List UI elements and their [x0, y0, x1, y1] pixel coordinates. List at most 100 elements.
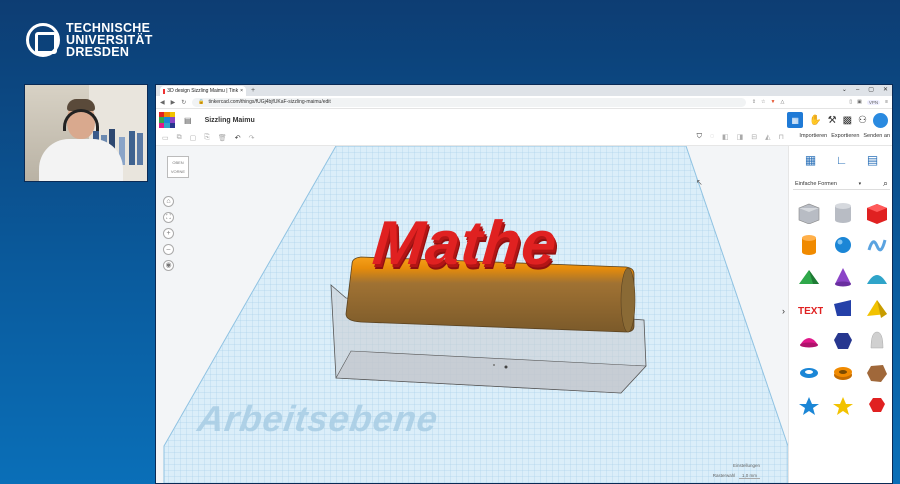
torus-shape[interactable] — [795, 360, 823, 384]
text-shape[interactable]: TEXT — [795, 296, 823, 320]
new-shape-icon[interactable]: ▭ — [162, 134, 169, 142]
sphere-shape[interactable] — [829, 232, 857, 256]
paste-icon[interactable]: ▢ — [190, 134, 197, 142]
align-icon[interactable]: ⊟ — [751, 133, 757, 141]
tube-shape[interactable] — [829, 360, 857, 384]
back-icon[interactable]: ◀ — [160, 99, 165, 106]
tinkercad-logo-icon[interactable] — [159, 112, 175, 128]
vpn-button[interactable]: VPN — [866, 99, 881, 105]
address-bar: ◀ ▶ ↻ 🔒 tinkercad.com/things/fUGj4bjfUKa… — [156, 96, 892, 109]
half-sphere-shape[interactable] — [795, 328, 823, 352]
import-button[interactable]: Importieren — [799, 133, 827, 139]
tab-search-icon[interactable]: ⌄ — [842, 85, 847, 96]
logo-line-3: DRESDEN — [66, 45, 130, 59]
note-icon[interactable]: ⛉ — [697, 133, 702, 141]
light-icon[interactable]: ◌ — [710, 133, 714, 141]
fit-view-icon[interactable]: ⛶ — [163, 212, 174, 223]
scribble-shape[interactable] — [863, 232, 891, 256]
star-shape[interactable] — [795, 392, 823, 416]
rewards-icon[interactable]: △ — [780, 99, 784, 105]
mirror-icon[interactable]: ◭ — [765, 133, 770, 141]
collapse-panel-icon[interactable]: › — [782, 306, 785, 316]
workplane-label: Arbeitsebene — [195, 398, 442, 439]
cylinder-hole-shape[interactable] — [829, 200, 857, 224]
notes-tab-icon[interactable]: ▤ — [865, 152, 881, 168]
forward-icon[interactable]: ▶ — [171, 99, 176, 106]
mathe-text-shape[interactable]: Mathe — [370, 208, 560, 279]
tools-icon[interactable]: ⚒ — [828, 115, 837, 126]
workplane-tab-icon[interactable]: ▦ — [803, 152, 819, 168]
copy-icon[interactable]: ⧉ — [177, 134, 182, 142]
group-icon[interactable]: ◧ — [722, 133, 729, 141]
duplicate-icon[interactable]: ⎘ — [204, 134, 210, 142]
shape-category-select[interactable]: Einfache Formen ▾ ⌕ — [793, 178, 890, 190]
new-tab-button[interactable]: + — [251, 86, 255, 96]
view-controls: ⌂ ⛶ + – ◉ — [163, 196, 174, 271]
sphere-shape-icon — [835, 237, 851, 253]
menu-icon[interactable]: ≡ — [885, 99, 888, 105]
minimize-icon[interactable]: – — [856, 85, 859, 96]
ungroup-icon[interactable]: ◨ — [737, 133, 744, 141]
zoom-in-icon[interactable]: + — [163, 228, 174, 239]
sidebar-toggle-icon[interactable]: ▯ — [849, 99, 852, 105]
briefcase-icon[interactable]: ▩ — [843, 115, 852, 126]
redo-icon[interactable]: ↷ — [249, 134, 255, 142]
tube-shape-icon — [834, 367, 852, 380]
viewcube[interactable]: OBEN VORNE — [167, 156, 189, 178]
pyramid-shape[interactable] — [863, 296, 891, 320]
avatar[interactable] — [873, 112, 888, 128]
tu-dresden-emblem-icon — [26, 23, 60, 57]
icosahedron-shape[interactable] — [863, 360, 891, 384]
export-button[interactable]: Exportieren — [831, 133, 859, 139]
box-hole-shape[interactable] — [795, 200, 823, 224]
home-view-icon[interactable]: ⌂ — [163, 196, 174, 207]
url-field[interactable]: 🔒 tinkercad.com/things/fUGj4bjfUKaF-sizz… — [192, 97, 746, 107]
snap-grid-select[interactable]: 1,0 mm — [738, 473, 760, 479]
zoom-out-icon[interactable]: – — [163, 244, 174, 255]
brave-shield-icon[interactable]: ▼ — [771, 99, 776, 105]
design-list-icon[interactable]: ▤ — [184, 116, 192, 125]
close-window-icon[interactable]: ✕ — [883, 85, 888, 96]
svg-text:TEXT: TEXT — [798, 306, 823, 317]
round-roof-shape[interactable] — [863, 264, 891, 288]
delete-icon[interactable]: 🗑 — [218, 134, 227, 142]
icosahedron-shape-icon — [867, 365, 887, 382]
maximize-icon[interactable]: ▢ — [868, 85, 874, 96]
snap-grid-label: Rasterwahl — [712, 473, 736, 478]
wallet-icon[interactable]: ▣ — [857, 99, 862, 105]
cruise-icon[interactable]: ⊓ — [779, 133, 784, 141]
roof-shape[interactable] — [795, 264, 823, 288]
bookmark-icon[interactable]: ☆ — [761, 99, 765, 105]
paraboloid-shape[interactable] — [863, 328, 891, 352]
webcam-video — [24, 84, 148, 182]
cone-shape[interactable] — [829, 264, 857, 288]
polygon-shape[interactable] — [829, 328, 857, 352]
perspective-icon[interactable]: ◉ — [163, 260, 174, 271]
half-sphere-shape-icon — [800, 338, 818, 348]
presenter-body — [39, 139, 123, 181]
share-icon[interactable]: ⇪ — [752, 99, 756, 105]
tinkercad-favicon-icon — [163, 88, 166, 94]
action-buttons: Importieren Exportieren Senden an — [799, 133, 890, 139]
box-shape[interactable] — [863, 200, 891, 224]
hand-icon[interactable]: ✋ — [809, 115, 821, 126]
window-controls: ⌄ – ▢ ✕ — [842, 85, 888, 96]
ruler-tab-icon[interactable]: ∟ — [834, 152, 850, 168]
cylinder-shape[interactable] — [795, 232, 823, 256]
heart-shape[interactable] — [863, 392, 891, 416]
browser-tab[interactable]: 3D design Sizzling Maimu | Tink × — [160, 86, 246, 96]
3d-view-button[interactable]: ▦ — [787, 112, 804, 128]
scribble-shape-icon — [867, 239, 887, 252]
undo-icon[interactable]: ↶ — [235, 134, 241, 142]
add-user-icon[interactable]: ⚇ — [858, 115, 867, 126]
send-to-button[interactable]: Senden an — [863, 133, 890, 139]
wedge-shape[interactable] — [829, 296, 857, 320]
search-icon[interactable]: ⌕ — [883, 178, 888, 189]
tab-close-icon[interactable]: × — [240, 88, 243, 94]
design-title[interactable]: Sizzling Maimu — [205, 117, 255, 124]
workplane-viewport[interactable]: Mathe Arbeitsebene OBEN VORNE ⌂ ⛶ + – ◉ … — [156, 146, 788, 483]
star-yellow-shape[interactable] — [829, 392, 857, 416]
settings-link[interactable]: Einstellungen — [713, 461, 760, 471]
reload-icon[interactable]: ↻ — [181, 99, 186, 106]
shape-tools: ⛉ ◌ ◧ ◨ ⊟ ◭ ⊓ — [697, 133, 784, 141]
